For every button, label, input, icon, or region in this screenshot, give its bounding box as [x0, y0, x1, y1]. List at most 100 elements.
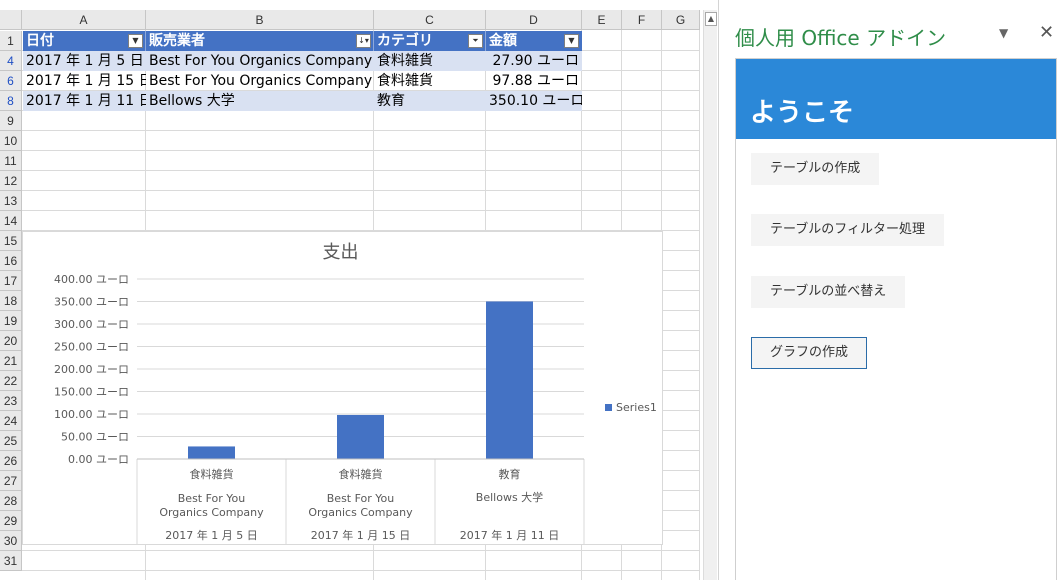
row-header-12[interactable]: 12 [0, 171, 22, 191]
row-header-9[interactable]: 9 [0, 111, 22, 131]
task-pane: 個人用 Office アドイン ▼ ✕ ようこそ テーブルの作成 テーブルのフィ… [718, 0, 1064, 580]
x-tick-label: Organics Company [308, 506, 413, 519]
row-header-25[interactable]: 25 [0, 431, 22, 451]
x-tick-label: Best For You [327, 492, 395, 505]
select-all-corner[interactable] [0, 10, 22, 30]
row-header-6[interactable]: 6 [0, 71, 22, 91]
row-header-15[interactable]: 15 [0, 231, 22, 251]
row-header-22[interactable]: 22 [0, 371, 22, 391]
spreadsheet[interactable]: ABCDEFG 1 4 6 8 9 10 11 12 13 14 15 16 17 18 19 20 21 22 2… [0, 0, 700, 580]
welcome-heading: ようこそ [750, 98, 855, 128]
row-header-14[interactable]: 14 [0, 211, 22, 231]
table-cell[interactable]: Best For You Organics Company [146, 51, 374, 71]
bar [188, 446, 235, 459]
row-header-31[interactable]: 31 [0, 551, 22, 571]
column-header-d[interactable]: D [486, 10, 582, 30]
legend-swatch [605, 404, 612, 411]
column-header-g[interactable]: G [662, 10, 700, 30]
x-tick-label: Best For You [178, 492, 246, 505]
x-tick-label: 食料雑貨 [190, 467, 234, 481]
y-tick-label: 0.00 ユーロ [68, 453, 129, 466]
column-header-c[interactable]: C [374, 10, 486, 30]
y-tick-label: 250.00 ユーロ [54, 341, 129, 354]
column-header-a[interactable]: A [22, 10, 146, 30]
x-tick-label: Organics Company [159, 506, 264, 519]
filter-active-category-icon[interactable]: ⏷ [468, 34, 483, 48]
table-cell[interactable]: 2017 年 1 月 15 日 [23, 71, 146, 91]
x-tick-label: Bellows 大学 [476, 490, 543, 504]
filter-table-button[interactable]: テーブルのフィルター処理 [751, 214, 944, 246]
grid-row-line [22, 551, 700, 571]
bar [486, 301, 533, 459]
vertical-scrollbar[interactable]: ▲ [703, 10, 717, 580]
welcome-banner: ようこそ [736, 59, 1056, 139]
row-header-18[interactable]: 18 [0, 291, 22, 311]
table-cell[interactable]: 27.90 ユーロ [486, 51, 582, 71]
grid-row-line [22, 171, 700, 191]
expense-chart[interactable]: 支出 0.00 ユーロ 50.00 ユーロ 100.00 ユーロ 150.00 ユーロ 2… [22, 231, 663, 545]
y-tick-label: 50.00 ユーロ [61, 431, 129, 444]
row-header-1[interactable]: 1 [0, 31, 22, 51]
row-header-11[interactable]: 11 [0, 151, 22, 171]
table-cell[interactable]: 2017 年 1 月 11 日 [23, 91, 146, 111]
column-header-b[interactable]: B [146, 10, 374, 30]
y-tick-label: 100.00 ユーロ [54, 408, 129, 421]
row-header-20[interactable]: 20 [0, 331, 22, 351]
row-header-4[interactable]: 4 [0, 51, 22, 71]
sort-dropdown-vendor-icon[interactable]: ↓▾ [356, 34, 371, 48]
y-tick-label: 150.00 ユーロ [54, 386, 129, 399]
grid-row-line [22, 211, 700, 231]
filter-dropdown-amount-icon[interactable]: ▼ [564, 34, 579, 48]
column-header-e[interactable]: E [582, 10, 622, 30]
row-header-27[interactable]: 27 [0, 471, 22, 491]
row-header-30[interactable]: 30 [0, 531, 22, 551]
row-header-21[interactable]: 21 [0, 351, 22, 371]
table-cell[interactable]: 食料雑貨 [374, 51, 486, 71]
x-tick-label: 教育 [499, 467, 521, 481]
row-header-26[interactable]: 26 [0, 451, 22, 471]
y-tick-label: 300.00 ユーロ [54, 318, 129, 331]
grid-column-line [699, 30, 700, 580]
x-tick-label: 2017 年 1 月 15 日 [311, 528, 410, 542]
grid-row-line [22, 131, 700, 151]
sort-table-button[interactable]: テーブルの並べ替え [751, 276, 906, 308]
row-header-17[interactable]: 17 [0, 271, 22, 291]
grid-row-line [22, 111, 700, 131]
bar [337, 414, 384, 459]
pane-title: 個人用 Office アドイン [735, 26, 947, 50]
grid-row-line [22, 151, 700, 171]
row-header-23[interactable]: 23 [0, 391, 22, 411]
row-header-28[interactable]: 28 [0, 491, 22, 511]
x-tick-label: 食料雑貨 [339, 467, 383, 481]
row-header-13[interactable]: 13 [0, 191, 22, 211]
table-cell[interactable]: 教育 [374, 91, 486, 111]
row-header-19[interactable]: 19 [0, 311, 22, 331]
table-cell[interactable]: 97.88 ユーロ [486, 71, 582, 91]
scroll-up-icon[interactable]: ▲ [705, 12, 717, 26]
header-vendor: 販売業者 [146, 31, 374, 51]
pane-body: ようこそ テーブルの作成 テーブルのフィルター処理 テーブルの並べ替え グラフの… [735, 58, 1057, 580]
row-header-24[interactable]: 24 [0, 411, 22, 431]
row-header-29[interactable]: 29 [0, 511, 22, 531]
y-tick-label: 350.00 ユーロ [54, 296, 129, 309]
pane-options-chevron-icon[interactable]: ▼ [999, 26, 1008, 40]
create-chart-button[interactable]: グラフの作成 [751, 337, 868, 369]
y-tick-label: 200.00 ユーロ [54, 363, 129, 376]
table-cell[interactable]: 食料雑貨 [374, 71, 486, 91]
table-cell[interactable]: 2017 年 1 月 5 日 [23, 51, 146, 71]
legend-label: Series1 [616, 401, 657, 414]
table-cell[interactable]: 350.10 ユーロ [486, 91, 582, 111]
row-header-16[interactable]: 16 [0, 251, 22, 271]
table-cell[interactable]: Bellows 大学 [146, 91, 374, 111]
filter-dropdown-date-icon[interactable]: ▼ [128, 34, 143, 48]
close-icon[interactable]: ✕ [1039, 22, 1054, 43]
chart-canvas: 支出 0.00 ユーロ 50.00 ユーロ 100.00 ユーロ 150.00 ユーロ 2… [54, 242, 657, 545]
row-header-8[interactable]: 8 [0, 91, 22, 111]
row-header-10[interactable]: 10 [0, 131, 22, 151]
create-table-button[interactable]: テーブルの作成 [751, 153, 880, 185]
column-header-f[interactable]: F [622, 10, 662, 30]
y-tick-label: 400.00 ユーロ [54, 273, 129, 286]
x-tick-label: 2017 年 1 月 5 日 [165, 528, 257, 542]
table-cell[interactable]: Best For You Organics Company [146, 71, 374, 91]
grid-row-line [22, 191, 700, 211]
